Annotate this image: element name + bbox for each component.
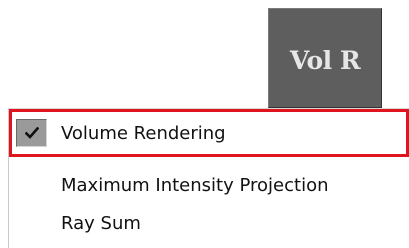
menu-item-maximum-intensity-projection[interactable]: Maximum Intensity Projection [9,164,409,206]
check-mark-icon [16,119,47,147]
menu-item-volume-rendering[interactable]: Volume Rendering [9,109,409,157]
volume-rendering-mode-button-label: Vol R [289,45,361,75]
menu-item-label: Maximum Intensity Projection [61,174,329,196]
rendering-mode-menu: Volume Rendering Maximum Intensity Proje… [8,108,409,248]
menu-item-label: Ray Sum [61,212,141,234]
menu-item-ray-sum[interactable]: Ray Sum [9,202,409,244]
menu-item-label: Volume Rendering [61,122,226,144]
volume-rendering-mode-button[interactable]: Vol R [268,8,382,108]
